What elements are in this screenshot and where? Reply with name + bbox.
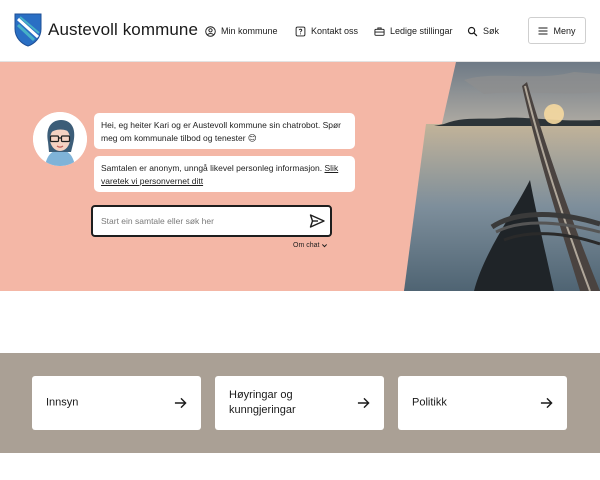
card-innsyn[interactable]: Innsyn — [32, 376, 201, 430]
chatbot-privacy-bubble: Samtalen er anonym, unngå likevel person… — [94, 156, 355, 192]
hamburger-icon — [538, 26, 548, 35]
card-hoyringar-label: Høyringar og kunngjeringar — [229, 389, 296, 416]
nav-sok[interactable]: Søk — [467, 24, 499, 38]
menu-button[interactable]: Meny — [528, 17, 586, 44]
chatbot-avatar — [33, 112, 87, 166]
chatbot-greeting-bubble: Hei, eg heiter Kari og er Austevoll komm… — [94, 113, 355, 149]
nav-min-kommune[interactable]: Min kommune — [205, 24, 278, 38]
nav-min-kommune-label: Min kommune — [221, 26, 278, 36]
about-chat-label: Om chat — [293, 242, 320, 249]
chat-search-input[interactable] — [101, 213, 301, 229]
arrow-right-icon — [540, 397, 553, 409]
arrow-right-icon — [357, 397, 370, 409]
chatbot-privacy-text: Samtalen er anonym, unngå likevel person… — [101, 163, 325, 173]
nav-kontakt-oss[interactable]: Kontakt oss — [295, 24, 358, 38]
nav-ledige-stillingar-label: Ledige stillingar — [390, 26, 453, 36]
nav-sok-label: Søk — [483, 26, 500, 36]
question-icon — [295, 26, 306, 36]
about-chat-toggle[interactable]: Om chat — [293, 242, 328, 249]
nav-kontakt-oss-label: Kontakt oss — [311, 26, 359, 36]
chat-search-box[interactable] — [91, 205, 332, 237]
hero-boat-photo — [404, 62, 600, 291]
coat-of-arms-logo-icon[interactable] — [14, 13, 42, 47]
search-icon — [467, 26, 478, 36]
nav-ledige-stillingar[interactable]: Ledige stillingar — [374, 24, 453, 38]
chevron-down-icon — [322, 244, 328, 248]
card-hoyringar[interactable]: Høyringar og kunngjeringar — [215, 376, 384, 430]
card-innsyn-label: Innsyn — [46, 396, 79, 409]
user-circle-icon — [205, 25, 216, 37]
send-icon[interactable] — [309, 213, 325, 229]
arrow-right-icon — [174, 397, 187, 409]
site-brand-name[interactable]: Austevoll kommune — [48, 20, 198, 40]
card-politikk-label: Politikk — [412, 396, 447, 409]
quick-links-band: Innsyn Høyringar og kunngjeringar Politi… — [0, 353, 600, 453]
menu-button-label: Meny — [553, 25, 576, 36]
site-header: Austevoll kommune Min kommune Kontakt os… — [0, 0, 600, 62]
briefcase-icon — [374, 27, 385, 36]
card-politikk[interactable]: Politikk — [398, 376, 567, 430]
chatbot-kari-avatar-icon — [33, 112, 87, 166]
hero-section: Hei, eg heiter Kari og er Austevoll komm… — [0, 62, 600, 291]
chatbot-greeting-text: Hei, eg heiter Kari og er Austevoll komm… — [101, 120, 342, 143]
